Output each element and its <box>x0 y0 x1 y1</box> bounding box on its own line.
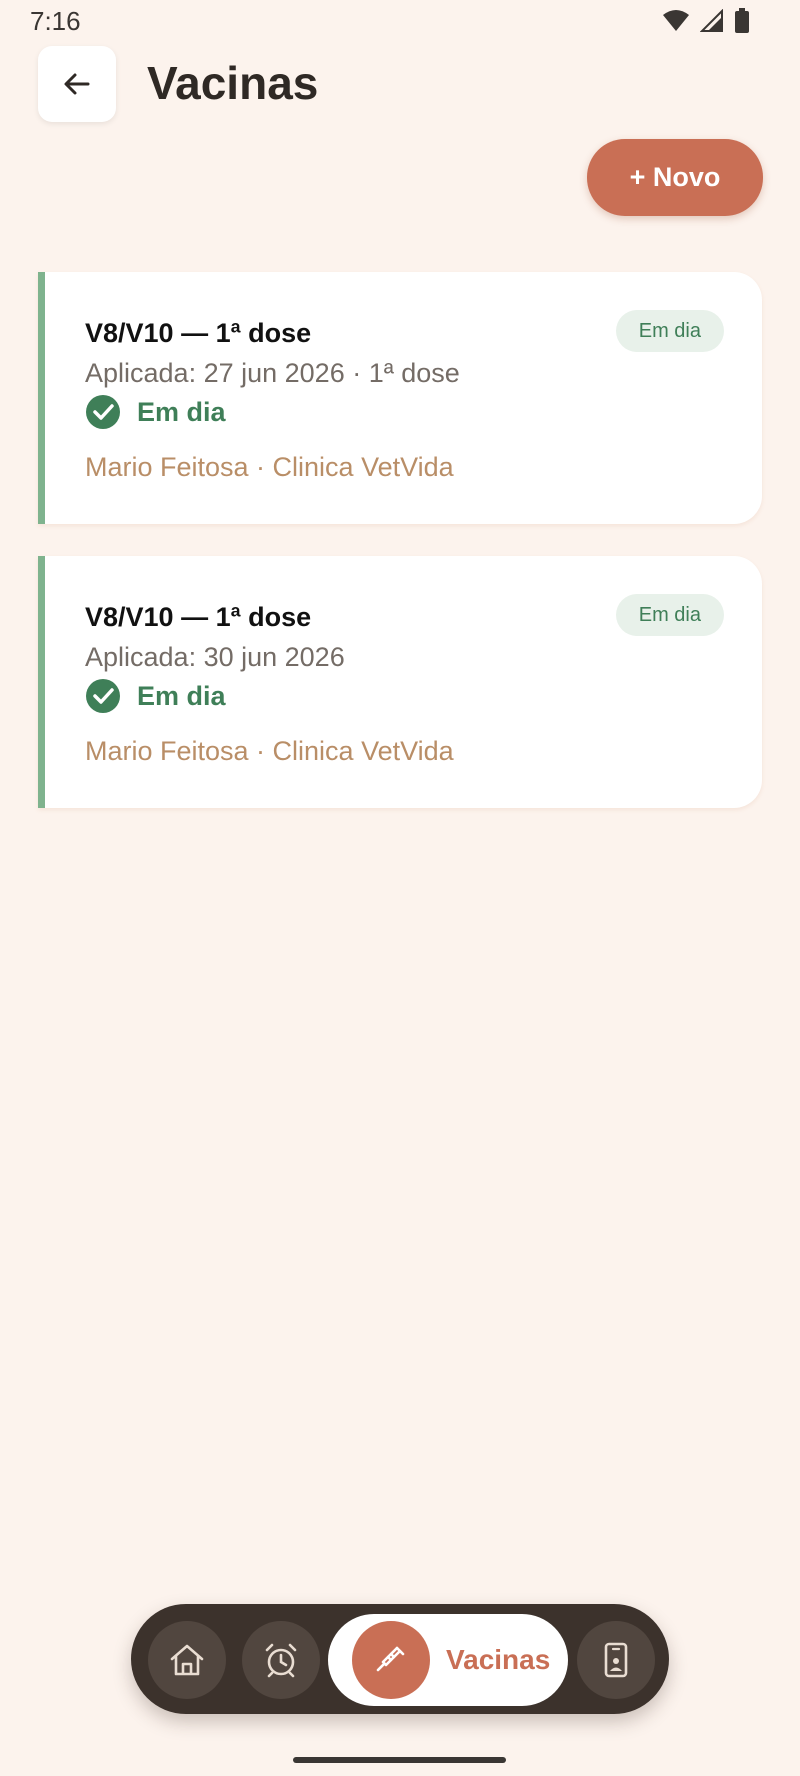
status-badge: Em dia <box>615 594 724 636</box>
status-time: 7:16 <box>30 6 81 36</box>
new-vaccine-button[interactable]: + Novo <box>587 139 763 216</box>
home-indicator <box>293 1757 506 1763</box>
check-circle-icon <box>86 679 120 713</box>
vaccine-card[interactable]: V8/V10 — 1ª dose Aplicada: 30 jun 2026 E… <box>38 556 762 808</box>
nav-vaccines-icon-wrap <box>352 1621 430 1699</box>
nav-reminders-button[interactable] <box>242 1621 320 1699</box>
vaccine-status: Em dia <box>85 394 226 430</box>
status-badge: Em dia <box>615 310 724 352</box>
vaccine-status: Em dia <box>85 678 226 714</box>
bottom-nav: Vacinas <box>131 1604 669 1714</box>
vaccine-card[interactable]: V8/V10 — 1ª dose Aplicada: 27 jun 2026 ·… <box>38 272 762 524</box>
signal-icon <box>700 9 723 32</box>
alarm-icon <box>265 1643 297 1678</box>
vaccine-title: V8/V10 — 1ª dose <box>85 602 312 632</box>
vaccine-vet-clinic: Mario Feitosa · Clinica VetVida <box>85 452 454 482</box>
vaccine-title: V8/V10 — 1ª dose <box>85 318 312 348</box>
back-button[interactable] <box>38 46 116 122</box>
syringe-icon <box>376 1646 405 1672</box>
wifi-icon <box>663 10 689 31</box>
arrow-left-icon <box>64 73 90 95</box>
battery-icon <box>735 8 749 33</box>
nav-vaccines-button[interactable]: Vacinas <box>328 1614 568 1706</box>
page-title: Vacinas <box>147 57 319 109</box>
nav-pet-id-button[interactable] <box>577 1621 655 1699</box>
vaccine-status-text: Em dia <box>137 396 226 427</box>
status-bar: 7:16 <box>0 0 800 40</box>
vaccine-vet-clinic: Mario Feitosa · Clinica VetVida <box>85 736 454 766</box>
nav-vaccines-label: Vacinas <box>446 1644 551 1675</box>
nav-home-button[interactable] <box>148 1621 226 1699</box>
home-icon <box>170 1644 204 1676</box>
check-circle-icon <box>86 395 120 429</box>
status-icons <box>662 8 750 34</box>
vaccine-date: Aplicada: 30 jun 2026 <box>85 642 345 672</box>
vaccine-status-text: Em dia <box>137 680 226 711</box>
id-card-icon <box>604 1642 628 1678</box>
vaccine-date: Aplicada: 27 jun 2026 · 1ª dose <box>85 358 460 388</box>
